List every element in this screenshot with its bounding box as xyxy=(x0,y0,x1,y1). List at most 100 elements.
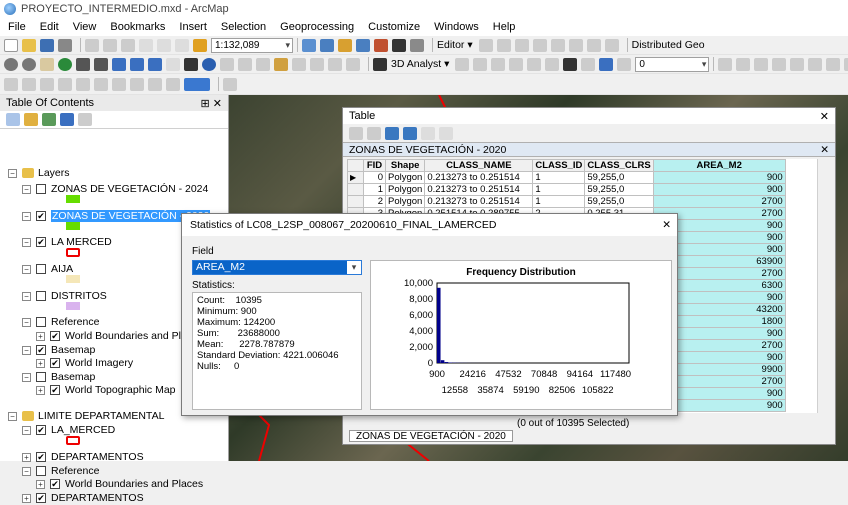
hyperlink-icon[interactable] xyxy=(220,58,234,71)
toc-item[interactable]: −LIMITE DEPARTAMENTAL xyxy=(8,409,164,423)
table-tab[interactable]: ZONAS DE VEGETACIÓN - 2020 xyxy=(349,430,513,442)
full-extent-icon[interactable] xyxy=(58,58,72,71)
visibility-checkbox[interactable]: ✔ xyxy=(50,331,60,341)
column-header[interactable]: Shape xyxy=(386,160,425,172)
visibility-checkbox[interactable]: ✔ xyxy=(50,358,60,368)
related-tables-icon[interactable] xyxy=(367,127,381,140)
contour-icon[interactable] xyxy=(527,58,541,71)
field-select[interactable]: AREA_M2 ▾ xyxy=(192,260,362,275)
menu-help[interactable]: Help xyxy=(493,21,516,33)
column-header[interactable]: CLASS_CLRS xyxy=(585,160,653,172)
menu-customize[interactable]: Customize xyxy=(368,21,420,33)
list-by-source-icon[interactable] xyxy=(24,113,38,126)
paste-icon[interactable] xyxy=(121,39,135,52)
search-window-icon[interactable] xyxy=(356,39,370,52)
toc-close-icon[interactable]: ⊞ ✕ xyxy=(201,97,223,110)
tool-b-icon[interactable] xyxy=(22,78,36,91)
column-header[interactable]: FID xyxy=(364,160,386,172)
toc-item[interactable]: +✔DEPARTAMENTOS xyxy=(22,450,144,464)
effects-icon[interactable] xyxy=(617,58,631,71)
georef-icon[interactable] xyxy=(581,58,595,71)
chevron-down-icon[interactable]: ▾ xyxy=(347,261,361,274)
collapse-icon[interactable]: − xyxy=(22,212,31,221)
collapse-icon[interactable]: − xyxy=(22,318,31,327)
table-row[interactable]: ▶0Polygon0.213273 to 0.251514159,255,090… xyxy=(348,172,786,184)
table-row[interactable]: 2Polygon0.213273 to 0.251514159,255,0270… xyxy=(348,196,786,208)
model-builder-icon[interactable] xyxy=(410,39,424,52)
toc-item[interactable]: −Basemap xyxy=(22,370,95,384)
collapse-icon[interactable]: − xyxy=(22,265,31,274)
list-by-drawing-order-icon[interactable] xyxy=(6,113,20,126)
visibility-checkbox[interactable]: ✔ xyxy=(36,425,46,435)
toc-item[interactable]: −✔Basemap xyxy=(22,343,95,357)
menu-edit[interactable]: Edit xyxy=(40,21,59,33)
expand-icon[interactable]: + xyxy=(36,359,45,368)
stats-close-icon[interactable]: ✕ xyxy=(662,219,671,231)
visibility-checkbox[interactable] xyxy=(36,291,46,301)
list-by-visibility-icon[interactable] xyxy=(42,113,56,126)
draw-point-icon[interactable] xyxy=(718,58,732,71)
go-to-xy-icon[interactable] xyxy=(310,58,324,71)
menu-geoprocessing[interactable]: Geoprocessing xyxy=(280,21,354,33)
collapse-icon[interactable]: − xyxy=(22,426,31,435)
rotate-icon[interactable] xyxy=(569,39,583,52)
add-data-icon[interactable] xyxy=(193,39,207,52)
layer-combo[interactable]: 0 xyxy=(635,57,709,72)
zoom-layer-icon[interactable] xyxy=(599,58,613,71)
expand-icon[interactable]: + xyxy=(36,386,45,395)
toc-item[interactable]: +✔World Topographic Map xyxy=(36,383,176,397)
table-close-icon[interactable]: ✕ xyxy=(820,110,829,123)
expand-icon[interactable]: + xyxy=(36,332,45,341)
sketch-props-icon[interactable] xyxy=(605,39,619,52)
visibility-checkbox[interactable]: ✔ xyxy=(36,493,46,503)
html-popup-icon[interactable] xyxy=(238,58,252,71)
layout-icon[interactable] xyxy=(563,58,577,71)
column-header[interactable]: CLASS_NAME xyxy=(425,160,533,172)
expand-icon[interactable]: + xyxy=(36,480,45,489)
menu-insert[interactable]: Insert xyxy=(179,21,207,33)
delete-selected-icon[interactable] xyxy=(439,127,453,140)
expand-icon[interactable]: + xyxy=(22,494,31,503)
visibility-checkbox[interactable]: ✔ xyxy=(36,237,46,247)
new-icon[interactable] xyxy=(4,39,18,52)
menu-bookmarks[interactable]: Bookmarks xyxy=(110,21,165,33)
interpolate-line-icon[interactable] xyxy=(455,58,469,71)
edit-tool-icon[interactable] xyxy=(479,39,493,52)
table-cell[interactable]: 0.213273 to 0.251514 xyxy=(425,172,533,184)
zoom-in-icon[interactable] xyxy=(4,58,18,71)
redo-icon[interactable] xyxy=(175,39,189,52)
toc-item[interactable]: +✔World Boundaries and Places xyxy=(36,477,203,491)
draw-circle-icon[interactable] xyxy=(772,58,786,71)
table-cell[interactable]: 59,255,0 xyxy=(585,172,653,184)
draw-text-icon[interactable] xyxy=(790,58,804,71)
time-slider-icon[interactable] xyxy=(328,58,342,71)
scale-combo[interactable]: 1:132,089 xyxy=(211,38,293,53)
column-header[interactable] xyxy=(348,160,364,172)
table-cell[interactable]: 59,255,0 xyxy=(585,196,653,208)
identify-icon[interactable] xyxy=(202,58,216,71)
visibility-checkbox[interactable] xyxy=(36,184,46,194)
profile-graph-icon[interactable] xyxy=(473,58,487,71)
draw-arrow-icon[interactable] xyxy=(844,58,848,71)
table-cell[interactable]: Polygon xyxy=(386,196,425,208)
toc-window-icon[interactable] xyxy=(320,39,334,52)
sketch-icon[interactable] xyxy=(497,39,511,52)
tool-e-icon[interactable] xyxy=(76,78,90,91)
table-cell[interactable]: 1 xyxy=(533,196,585,208)
expand-icon[interactable]: + xyxy=(22,453,31,462)
fixed-zoom-out-icon[interactable] xyxy=(94,58,108,71)
back-icon[interactable] xyxy=(112,58,126,71)
table-cell[interactable]: 0.213273 to 0.251514 xyxy=(425,184,533,196)
visibility-checkbox[interactable]: ✔ xyxy=(50,385,60,395)
menu-selection[interactable]: Selection xyxy=(221,21,266,33)
switch-selection-icon[interactable] xyxy=(403,127,417,140)
clear-table-selection-icon[interactable] xyxy=(421,127,435,140)
table-cell[interactable] xyxy=(348,184,364,196)
tool-g-icon[interactable] xyxy=(112,78,126,91)
table-cell[interactable]: 1 xyxy=(533,184,585,196)
navigate-3d-icon[interactable] xyxy=(373,58,387,71)
table-layer-close-icon[interactable]: ✕ xyxy=(820,144,829,156)
toc-item[interactable]: −DISTRITOS xyxy=(22,289,107,303)
split-icon[interactable] xyxy=(551,39,565,52)
table-cell[interactable]: 1 xyxy=(533,172,585,184)
